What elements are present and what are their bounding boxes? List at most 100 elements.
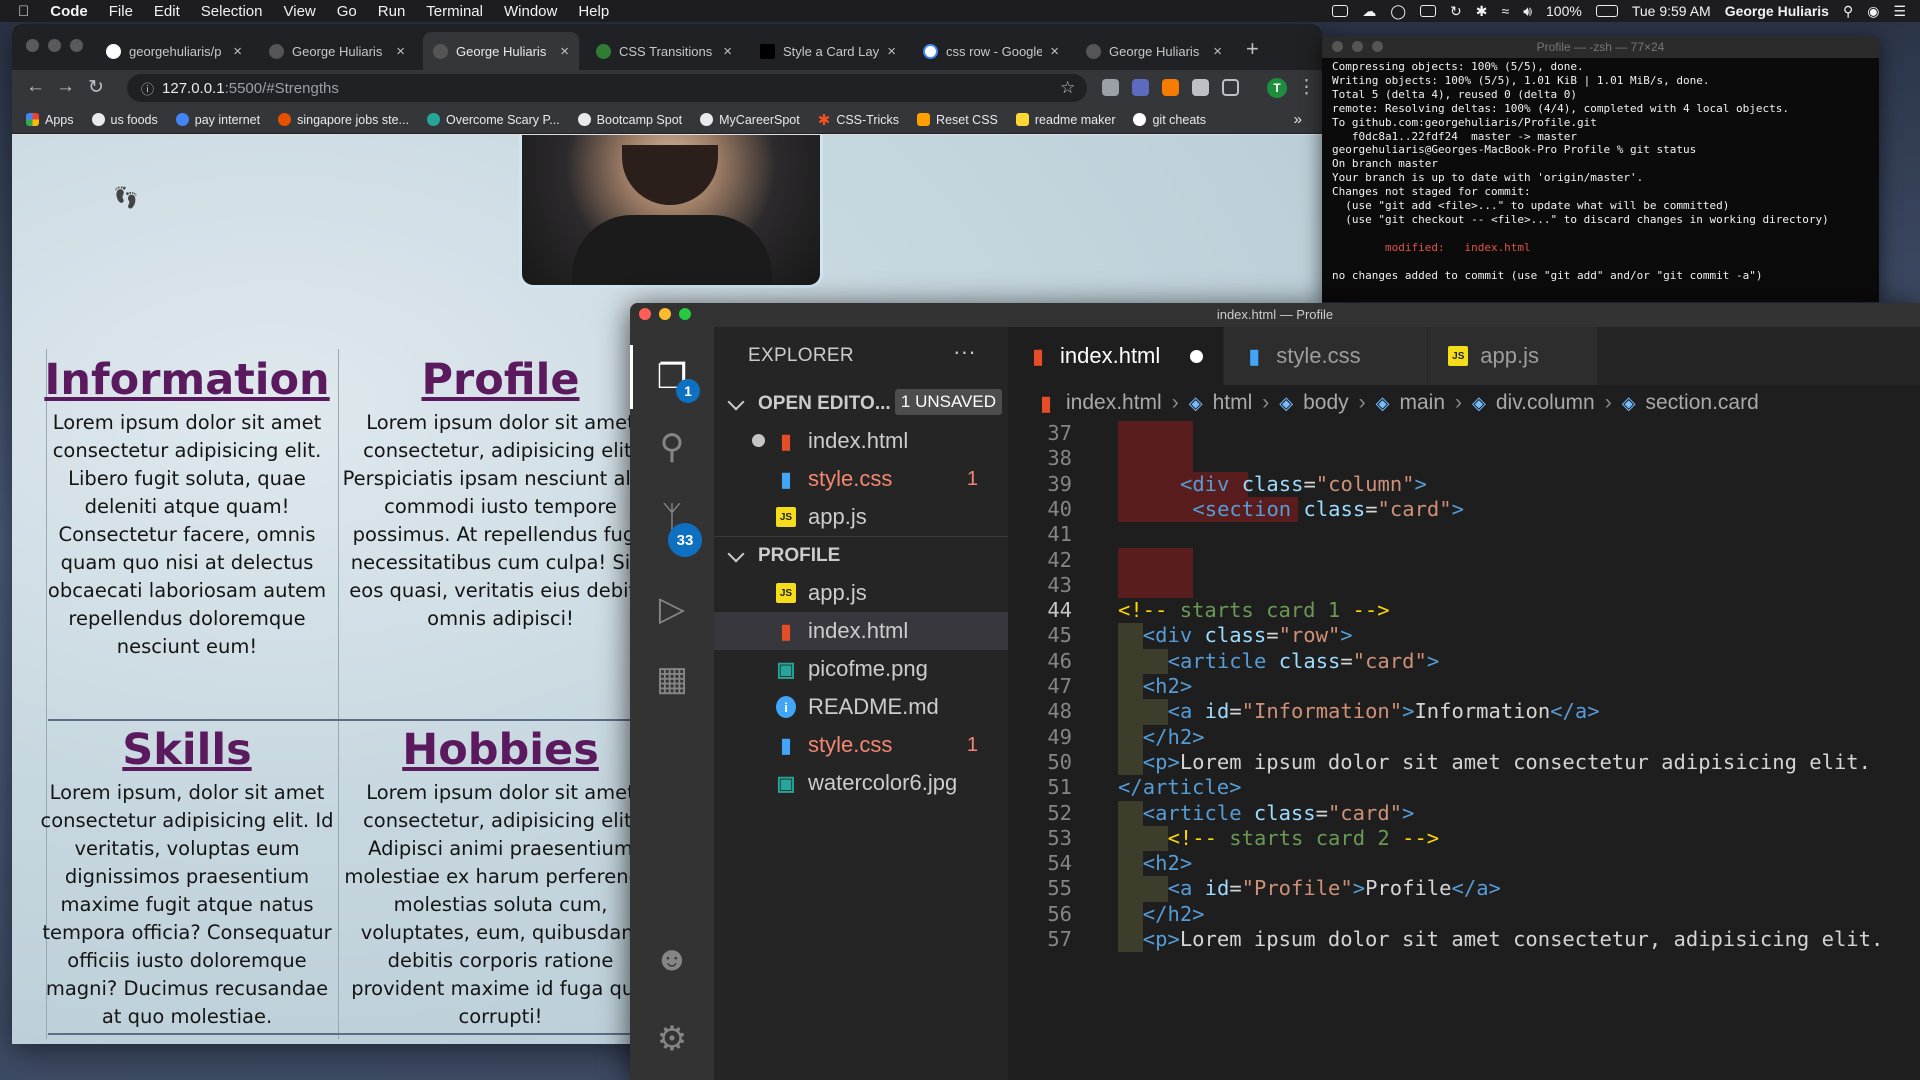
code-line[interactable]: <!-- starts card 2 --> — [1168, 826, 1440, 850]
code-line[interactable]: <p>Lorem ipsum dolor sit amet consectetu… — [1143, 927, 1884, 951]
editor-tab[interactable]: JS app.js — [1428, 327, 1599, 385]
apple-menu-icon[interactable]:  — [18, 3, 29, 20]
menu-help[interactable]: Help — [578, 3, 609, 20]
zoom-window-button[interactable] — [679, 308, 691, 320]
close-tab-icon[interactable]: × — [396, 43, 405, 60]
airplay-icon[interactable] — [1420, 5, 1437, 17]
breadcrumb-item[interactable]: index.html — [1066, 391, 1162, 415]
run-debug-icon[interactable]: ▷ — [650, 587, 694, 631]
close-window-button[interactable] — [1332, 41, 1343, 52]
breadcrumb-item[interactable]: section.card — [1646, 391, 1759, 415]
bluetooth-icon[interactable]: ✱ — [1476, 3, 1488, 20]
new-tab-button[interactable]: + — [1246, 36, 1259, 62]
info-icon[interactable]: ⓘ — [141, 79, 154, 98]
close-tab-icon[interactable]: × — [233, 43, 242, 60]
minimize-window-button[interactable] — [48, 39, 61, 52]
card-title-link[interactable]: Hobbies — [338, 721, 663, 779]
clock[interactable]: Tue 9:59 AM — [1632, 3, 1711, 19]
unsaved-dot-icon[interactable] — [752, 434, 765, 447]
bookmark-item[interactable]: singapore jobs ste... — [278, 113, 409, 127]
volume-icon[interactable]: 🔊︎ — [1523, 3, 1532, 20]
wifi-icon[interactable]: ≈ — [1502, 3, 1510, 19]
code-line[interactable]: </h2> — [1143, 725, 1205, 749]
card-title-link[interactable]: Profile — [338, 351, 663, 409]
browser-tab[interactable]: georgehuliaris/p × — [96, 32, 252, 70]
user-name[interactable]: George Huliaris — [1725, 3, 1829, 19]
reload-icon[interactable]: ↻ — [88, 76, 104, 99]
editor-tab[interactable]: ▮ style.css — [1224, 327, 1429, 385]
file-tree-item[interactable]: i README.md — [714, 688, 1008, 726]
card-title-link[interactable]: Skills — [36, 721, 338, 779]
menu-file[interactable]: File — [109, 3, 133, 20]
breadcrumb-item[interactable]: div.column — [1496, 391, 1595, 415]
bookmark-apps[interactable]: Apps — [26, 113, 74, 127]
battery-percent[interactable]: 100% — [1546, 3, 1582, 19]
address-bar[interactable]: ⓘ 127.0.0.1:5500/#Strengths — [127, 74, 1087, 102]
close-window-button[interactable] — [639, 308, 651, 320]
open-editor-item[interactable]: ▮ index.html — [714, 422, 1008, 460]
close-tab-icon[interactable]: × — [723, 43, 732, 60]
bookmark-item[interactable]: Overcome Scary P... — [426, 113, 560, 127]
bookmark-item[interactable]: ✱ CSS-Tricks — [818, 111, 899, 129]
file-tree-item[interactable]: ▣ watercolor6.jpg — [714, 764, 1008, 802]
bookmark-item[interactable]: Bootcamp Spot — [577, 113, 682, 127]
file-tree-item-selected[interactable]: ▮ index.html — [714, 612, 1008, 650]
bookmark-item[interactable]: us foods — [91, 113, 158, 127]
zoom-window-button[interactable] — [70, 39, 83, 52]
code-line[interactable]: <p>Lorem ipsum dolor sit amet consectetu… — [1143, 750, 1871, 774]
close-tab-icon[interactable]: × — [560, 43, 569, 60]
zoom-window-button[interactable] — [1372, 41, 1383, 52]
forward-arrow-icon[interactable]: → — [56, 76, 75, 98]
bookmark-item[interactable]: pay internet — [175, 113, 260, 127]
time-machine-icon[interactable]: ↻ — [1450, 3, 1462, 20]
control-center-icon[interactable]: ☰ — [1893, 3, 1906, 20]
profile-avatar[interactable]: T — [1267, 78, 1287, 98]
close-tab-icon[interactable]: × — [1213, 43, 1222, 60]
browser-tab[interactable]: George Huliaris × — [259, 32, 415, 70]
code-editor[interactable]: 37 38 39 <div class="column"> 40 <section cla… — [1008, 421, 1920, 1080]
breadcrumb-item[interactable]: body — [1303, 391, 1349, 415]
metamask-icon[interactable] — [1162, 79, 1179, 96]
close-tab-icon[interactable]: × — [887, 43, 896, 60]
battery-icon[interactable] — [1595, 5, 1618, 17]
extension-icon[interactable] — [1102, 79, 1119, 96]
code-line[interactable]: </article> — [1118, 775, 1241, 799]
minimize-window-button[interactable] — [659, 308, 671, 320]
close-window-button[interactable] — [26, 39, 39, 52]
menu-view[interactable]: View — [284, 3, 316, 20]
browser-tab[interactable]: Style a Card Layo × — [750, 32, 906, 70]
menu-edit[interactable]: Edit — [154, 3, 180, 20]
menu-terminal[interactable]: Terminal — [426, 3, 483, 20]
code-line[interactable]: <section class="card"> — [1192, 497, 1464, 521]
bookmark-item[interactable]: Reset CSS — [917, 113, 998, 127]
bookmark-star-icon[interactable]: ☆ — [1060, 78, 1075, 98]
minimize-window-button[interactable] — [1352, 41, 1363, 52]
code-line[interactable]: <a id="Profile">Profile</a> — [1168, 876, 1501, 900]
open-editor-item[interactable]: JS app.js — [714, 498, 1008, 536]
menu-selection[interactable]: Selection — [201, 3, 263, 20]
code-line[interactable]: <article class="card"> — [1168, 649, 1440, 673]
breadcrumb-item[interactable]: main — [1399, 391, 1445, 415]
spotlight-search-icon[interactable]: ⚲ — [1843, 3, 1853, 20]
file-tree-item[interactable]: ▮ style.css 1 — [714, 726, 1008, 764]
code-line[interactable]: <a id="Information">Information</a> — [1168, 699, 1600, 723]
settings-gear-icon[interactable]: ⚙ — [650, 1017, 694, 1061]
open-editors-section[interactable]: OPEN EDITO... 1 UNSAVED — [714, 385, 1008, 422]
code-line[interactable]: </h2> — [1143, 902, 1205, 926]
chrome-menu-icon[interactable]: ⋮ — [1297, 76, 1316, 99]
menu-window[interactable]: Window — [504, 3, 557, 20]
search-icon[interactable]: ⚲ — [650, 425, 694, 469]
back-arrow-icon[interactable]: ← — [26, 76, 45, 98]
browser-tab[interactable]: css row - Google × — [913, 32, 1069, 70]
status-app-icon[interactable] — [1332, 5, 1349, 17]
accounts-icon[interactable]: ☻ — [650, 937, 694, 981]
app-menu-code[interactable]: Code — [50, 3, 88, 20]
extension-icon[interactable] — [1132, 79, 1149, 96]
code-line[interactable]: <h2> — [1143, 851, 1192, 875]
file-tree-item[interactable]: JS app.js — [714, 574, 1008, 612]
code-line[interactable]: <div class="row"> — [1143, 623, 1353, 647]
menu-go[interactable]: Go — [337, 3, 357, 20]
breadcrumb-item[interactable]: html — [1213, 391, 1253, 415]
code-line[interactable]: <h2> — [1143, 674, 1192, 698]
editor-tab-active[interactable]: ▮ index.html — [1008, 327, 1225, 385]
